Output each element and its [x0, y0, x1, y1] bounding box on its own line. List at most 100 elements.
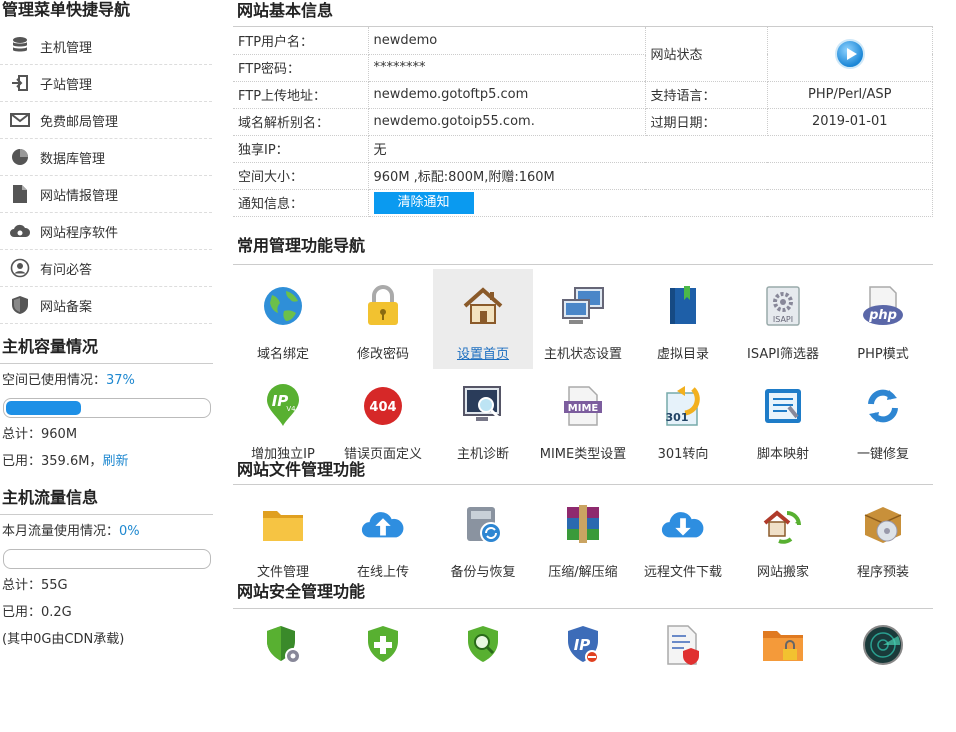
function-ip-block[interactable]: IP — [533, 609, 633, 681]
play-icon[interactable] — [834, 38, 865, 69]
redirect-301-icon: 301 — [660, 383, 706, 429]
function-folder-lock[interactable] — [733, 609, 833, 681]
sidebar-item-mail[interactable]: 免费邮局管理 — [0, 102, 212, 139]
alias-label: 域名解析别名： — [233, 108, 369, 136]
function-online-upload[interactable]: 在线上传 — [333, 487, 433, 587]
function-label: 在线上传 — [356, 564, 409, 580]
cloud-upload-icon — [360, 501, 406, 547]
alias-value: newdemo.gotoip55.com. — [368, 108, 646, 136]
notice-label: 通知信息： — [233, 189, 369, 217]
sidebar-item-icp[interactable]: 网站备案 — [0, 287, 212, 324]
ip-label: 独享IP： — [233, 135, 369, 163]
function-security-settings[interactable] — [233, 609, 333, 681]
function-host-status[interactable]: 主机状态设置 — [533, 269, 633, 369]
sidebar-item-subsite[interactable]: 子站管理 — [0, 65, 212, 102]
function-isapi-filter[interactable]: ISAPI ISAPI筛选器 — [733, 269, 833, 369]
function-mime-setting[interactable]: MIME MIME类型设置 — [533, 369, 633, 469]
sidebar-menu: 主机管理 子站管理 免费邮局管理 数据库管理 网站情报管理 网站程序软件 有问必… — [0, 28, 213, 324]
sidebar-item-intel[interactable]: 网站情报管理 — [0, 176, 212, 213]
capacity-progress-bar — [3, 398, 211, 418]
site-status-cell — [767, 27, 933, 82]
function-backup-restore[interactable]: 备份与恢复 — [433, 487, 533, 587]
main-content: 网站基本信息 FTP用户名： newdemo 网站状态 FTP密码： *****… — [233, 0, 933, 681]
basic-info-table: FTP用户名： newdemo 网站状态 FTP密码： ******** FTP… — [233, 27, 933, 217]
function-add-ip[interactable]: IP V4 增加独立IP — [233, 369, 333, 469]
mail-icon — [0, 109, 40, 131]
ftp-pass-value: ******** — [368, 54, 646, 82]
function-label: 备份与恢复 — [450, 564, 516, 580]
archive-icon — [560, 501, 606, 547]
isapi-icon: ISAPI — [760, 283, 806, 329]
function-site-move[interactable]: 网站搬家 — [733, 487, 833, 587]
function-security-scan[interactable] — [433, 609, 533, 681]
refresh-link[interactable]: 刷新 — [102, 454, 128, 469]
php-icon-text: php — [868, 308, 897, 323]
function-label: 主机状态设置 — [543, 346, 622, 362]
table-row: 通知信息： 清除通知 — [233, 189, 933, 217]
function-php-mode[interactable]: php PHP模式 — [833, 269, 933, 369]
function-label: 增加独立IP — [251, 446, 315, 462]
basic-info-title: 网站基本信息 — [233, 0, 933, 27]
cloud-icon — [0, 220, 40, 242]
clear-notice-button[interactable]: 清除通知 — [373, 191, 474, 214]
function-label: 远程文件下载 — [643, 564, 722, 580]
space-label: 空间大小： — [233, 162, 369, 190]
ip-block-icon-text: IP — [574, 636, 591, 654]
isapi-icon-text: ISAPI — [773, 315, 793, 324]
sidebar-item-faq[interactable]: 有问必答 — [0, 250, 212, 287]
function-host-diagnose[interactable]: 主机诊断 — [433, 369, 533, 469]
table-row: 域名解析别名： newdemo.gotoip55.com. 过期日期： 2019… — [233, 108, 933, 136]
sidebar-item-software[interactable]: 网站程序软件 — [0, 213, 212, 250]
function-domain-binding[interactable]: 域名绑定 — [233, 269, 333, 369]
function-radar-monitor[interactable] — [833, 609, 933, 681]
function-label: 错误页面定义 — [343, 446, 422, 462]
shield-plus-icon — [360, 623, 406, 667]
function-change-password[interactable]: 修改密码 — [333, 269, 433, 369]
sidebar-item-host[interactable]: 主机管理 — [0, 28, 212, 65]
sidebar-item-label: 主机管理 — [40, 40, 93, 56]
function-label: 301转向 — [657, 446, 709, 462]
table-row: FTP上传地址： newdemo.gotoftp5.com 支持语言： PHP/… — [233, 81, 933, 109]
script-map-icon — [760, 383, 806, 429]
lang-label: 支持语言： — [645, 81, 768, 109]
mime-icon-text: MIME — [568, 403, 599, 414]
sidebar-item-label: 有问必答 — [40, 262, 93, 278]
sidebar: 管理菜单快捷导航 主机管理 子站管理 免费邮局管理 数据库管理 网站情报管理 网… — [0, 0, 213, 732]
shield-icon — [0, 294, 40, 316]
ipv4-icon-subtext: V4 — [286, 405, 296, 413]
expire-label: 过期日期： — [645, 108, 768, 136]
capacity-usage-value: 37% — [106, 373, 135, 388]
folder-icon — [260, 501, 306, 547]
function-label: ISAPI筛选器 — [747, 346, 819, 362]
function-script-map[interactable]: 脚本映射 — [733, 369, 833, 469]
file-functions-grid: 文件管理 在线上传 备份与恢复 压缩/解压缩 远程文件下载 网站搬家 程序预装 — [233, 487, 933, 587]
refresh-icon — [860, 383, 906, 429]
function-doc-protect[interactable] — [633, 609, 733, 681]
ftp-addr-value: newdemo.gotoftp5.com — [368, 81, 646, 109]
function-file-manager[interactable]: 文件管理 — [233, 487, 333, 587]
book-icon — [660, 283, 706, 329]
folder-lock-icon — [760, 623, 806, 667]
computer-icon — [560, 283, 606, 329]
home-icon — [460, 283, 506, 329]
traffic-usage-value: 0% — [119, 524, 140, 539]
function-security-add[interactable] — [333, 609, 433, 681]
pie-chart-icon — [0, 146, 40, 168]
function-set-homepage[interactable]: 设置首页 — [433, 268, 533, 369]
function-virtual-directory[interactable]: 虚拟目录 — [633, 269, 733, 369]
traffic-total: 总计：55G — [2, 578, 68, 593]
capacity-used: 已用：359.6M，刷新 — [0, 448, 213, 475]
function-redirect-301[interactable]: 301 301转向 — [633, 369, 733, 469]
table-row: FTP用户名： newdemo 网站状态 — [233, 27, 933, 82]
function-error-page[interactable]: 404 错误页面定义 — [333, 369, 433, 469]
sidebar-item-database[interactable]: 数据库管理 — [0, 139, 212, 176]
function-remote-download[interactable]: 远程文件下载 — [633, 487, 733, 587]
shield-search-icon — [460, 623, 506, 667]
function-label: 脚本映射 — [756, 446, 809, 462]
function-one-click-repair[interactable]: 一键修复 — [833, 369, 933, 469]
function-program-preinstall[interactable]: 程序预装 — [833, 487, 933, 587]
globe-icon — [260, 283, 306, 329]
function-archive[interactable]: 压缩/解压缩 — [533, 487, 633, 587]
traffic-progress-bar — [3, 549, 211, 569]
error-404-icon: 404 — [360, 383, 406, 429]
